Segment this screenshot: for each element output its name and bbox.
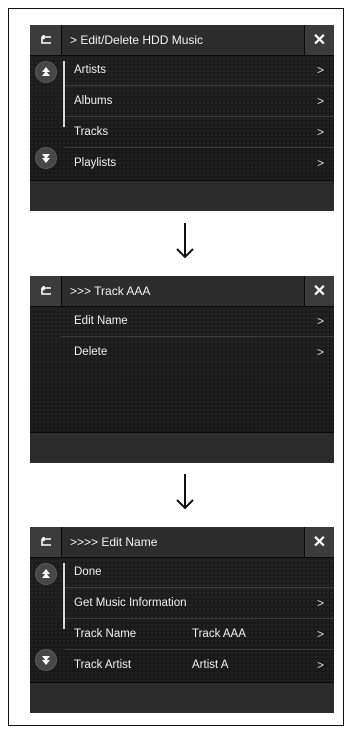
chevron-right-icon: > xyxy=(316,627,324,641)
item-label: Albums xyxy=(74,95,113,107)
scroll-up-button[interactable] xyxy=(35,61,57,83)
footer-bar xyxy=(30,682,334,713)
page-title: > Edit/Delete HDD Music xyxy=(70,33,204,47)
menu-item-playlists[interactable]: Playlists > xyxy=(65,148,334,178)
close-icon: ✕ xyxy=(312,32,327,49)
item-label: Delete xyxy=(74,346,108,358)
chevron-right-icon: > xyxy=(316,345,324,359)
footer-bar xyxy=(30,432,334,463)
back-button[interactable] xyxy=(30,276,62,306)
down-arrow-icon xyxy=(176,474,194,510)
scroll-down-button[interactable] xyxy=(35,147,57,169)
chevron-right-icon: > xyxy=(316,658,324,672)
back-arrow-icon xyxy=(40,35,51,44)
screen-track-aaa: >>> Track AAA ✕ Edit Name > Delete > xyxy=(30,276,334,463)
header-bar: > Edit/Delete HDD Music ✕ xyxy=(30,25,334,56)
menu-item-artists[interactable]: Artists > xyxy=(65,55,334,86)
chevron-right-icon: > xyxy=(316,63,324,77)
footer-bar xyxy=(30,180,334,211)
menu-list: Edit Name > Delete > xyxy=(61,306,334,367)
item-label: Track Artist xyxy=(74,659,132,671)
screen-edit-delete-hdd-music: > Edit/Delete HDD Music ✕ Artists > Album… xyxy=(30,25,334,211)
menu-list: Artists > Albums > Tracks > Playlists > xyxy=(65,55,334,178)
close-icon: ✕ xyxy=(312,283,327,300)
back-arrow-icon xyxy=(40,286,51,295)
chevron-right-icon: > xyxy=(316,156,324,170)
menu-item-albums[interactable]: Albums > xyxy=(65,86,334,117)
chevron-right-icon: > xyxy=(316,125,324,139)
menu-item-done[interactable]: Done xyxy=(65,557,334,588)
menu-item-get-music-information[interactable]: Get Music Information > xyxy=(65,588,334,619)
page-title: >>> Track AAA xyxy=(70,284,151,298)
item-label: Done xyxy=(74,566,102,578)
down-arrow-icon xyxy=(176,223,194,259)
header-bar: >>>> Edit Name ✕ xyxy=(30,527,334,558)
menu-item-delete[interactable]: Delete > xyxy=(61,337,334,367)
chevron-right-icon: > xyxy=(316,314,324,328)
chevron-right-icon: > xyxy=(316,596,324,610)
item-label: Playlists xyxy=(74,157,117,169)
chevron-right-icon: > xyxy=(316,94,324,108)
close-button[interactable]: ✕ xyxy=(304,276,334,306)
menu-item-track-artist[interactable]: Track Artist Artist A > xyxy=(65,650,334,680)
screen-edit-name: >>>> Edit Name ✕ Done Get Music Informat… xyxy=(30,527,334,713)
item-value: Track AAA xyxy=(192,628,246,640)
menu-item-edit-name[interactable]: Edit Name > xyxy=(61,306,334,337)
scroll-down-icon xyxy=(42,656,50,665)
item-label: Track Name xyxy=(74,628,137,640)
scroll-up-icon xyxy=(42,569,50,578)
back-button[interactable] xyxy=(30,25,62,55)
back-arrow-icon xyxy=(40,537,51,546)
header-bar: >>> Track AAA ✕ xyxy=(30,276,334,307)
item-label: Tracks xyxy=(74,126,109,138)
scroll-down-button[interactable] xyxy=(35,649,57,671)
close-button[interactable]: ✕ xyxy=(304,527,334,557)
menu-item-tracks[interactable]: Tracks > xyxy=(65,117,334,148)
item-label: Edit Name xyxy=(74,315,128,327)
item-value: Artist A xyxy=(192,659,229,671)
scroll-up-button[interactable] xyxy=(35,563,57,585)
menu-list: Done Get Music Information > Track Name Tr… xyxy=(65,557,334,680)
page-title: >>>> Edit Name xyxy=(70,535,158,549)
item-label: Artists xyxy=(74,64,106,76)
item-label: Get Music Information xyxy=(74,597,187,609)
scroll-up-icon xyxy=(42,67,50,76)
close-icon: ✕ xyxy=(312,534,327,551)
menu-item-track-name[interactable]: Track Name Track AAA > xyxy=(65,619,334,650)
scroll-down-icon xyxy=(42,154,50,163)
back-button[interactable] xyxy=(30,527,62,557)
close-button[interactable]: ✕ xyxy=(304,25,334,55)
